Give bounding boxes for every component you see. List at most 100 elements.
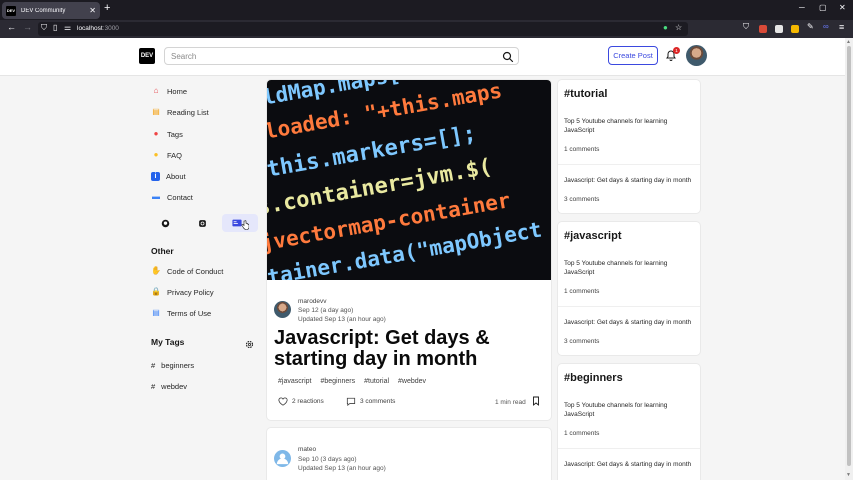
url-bar[interactable]: ⛉ ▯ ⚌ localhost:3000 ● ☆ [38,22,688,36]
gear-icon[interactable] [245,340,254,349]
post-cover-image[interactable]: ldMap.maps[this. loaded: "+this.maps thi… [267,80,551,280]
author-name[interactable]: mateo [298,446,316,453]
author-avatar[interactable] [274,450,291,467]
create-post-button[interactable]: Create Post [608,46,658,65]
chat-icon: ▬ [152,192,160,201]
new-tab-icon[interactable]: + [104,3,110,14]
post-date: Sep 10 (3 days ago) [298,456,357,463]
sidebar-item-faq[interactable]: ● FAQ [151,148,182,162]
extension-icon[interactable]: ∞ [823,23,829,31]
divider [558,306,700,307]
github-icon [161,219,169,227]
post-updated: Updated Sep 13 (an hour ago) [298,465,386,472]
widget-post-title[interactable]: Top 5 Youtube channels for learning Java… [564,259,696,277]
page-scrollbar[interactable]: ▲ ▼ [845,38,853,480]
post-title[interactable]: Javascript: Get days & starting day in m… [274,328,549,370]
minimize-icon[interactable]: ─ [799,4,805,12]
menu-icon[interactable]: ≡ [839,23,844,32]
user-avatar[interactable] [686,45,707,66]
sidebar-item-code-of-conduct[interactable]: ✋ Code of Conduct [151,264,223,278]
widget-post-comments: 1 comments [564,146,600,153]
extension-badge-icon[interactable]: ● [663,24,668,32]
reactions-button[interactable]: 2 reactions [278,397,324,406]
dev-logo[interactable]: DEV [139,48,155,64]
sidebar-item-about[interactable]: i About [151,169,186,183]
scroll-down-icon[interactable]: ▼ [846,472,851,478]
widget-heading[interactable]: #tutorial [564,88,607,100]
maximize-icon[interactable]: ▢ [819,4,827,12]
post-tag[interactable]: #javascript [278,378,311,385]
post-tag[interactable]: #tutorial [364,378,389,385]
lightbulb-icon: ● [153,150,159,159]
close-tab-icon[interactable]: ✕ [89,6,96,15]
extension-icon[interactable] [759,25,767,33]
document-icon: ▤ [152,308,160,317]
bookmark-star-icon[interactable]: ☆ [675,24,682,32]
widget-post-title[interactable]: Javascript: Get days & starting day in m… [564,176,696,185]
read-time: 1 min read [495,399,526,406]
sidebar-item-home[interactable]: ⌂ Home [151,84,187,98]
widget-heading[interactable]: #javascript [564,230,621,242]
widget-post-title[interactable]: Javascript: Get days & starting day in m… [564,460,696,469]
widget-post-title[interactable]: Top 5 Youtube channels for learning Java… [564,117,696,135]
divider [558,448,700,449]
comment-icon [346,397,356,406]
default-avatar-icon [276,453,289,465]
github-link[interactable] [147,214,183,232]
widget-post-comments: 3 comments [564,338,600,345]
search-box[interactable] [164,47,519,65]
browser-tab[interactable]: DEV DEV Community ✕ [2,2,100,19]
my-tags-heading: My Tags [151,337,185,347]
tab-title: DEV Community [21,7,66,14]
sidebar-tag-webdev[interactable]: # webdev [151,382,187,391]
site-header: DEV Create Post 1 [0,38,845,76]
tag-widget-beginners: #beginners Top 5 Youtube channels for le… [558,364,700,480]
scrollbar-thumb[interactable] [847,46,851,466]
extension-icon[interactable] [791,25,799,33]
heart-icon [278,397,288,406]
eyedropper-icon[interactable]: ✎ [807,23,814,31]
pocket-icon[interactable]: ⛉ [743,23,749,31]
post-card[interactable]: mateo Sep 10 (3 days ago) Updated Sep 13… [267,428,551,480]
comments-button[interactable]: 3 comments [346,397,395,406]
tag-widget-javascript: #javascript Top 5 Youtube channels for l… [558,222,700,355]
sidebar-item-tags[interactable]: ● Tags [151,127,183,141]
forward-icon[interactable]: → [23,23,32,32]
sidebar-item-reading-list[interactable]: ▤ Reading List [151,105,208,119]
widget-post-comments: 3 comments [564,196,600,203]
shield-icon[interactable]: ⛉ [41,24,47,32]
search-input[interactable] [171,50,491,63]
bookmark-icon[interactable] [532,396,540,406]
search-icon[interactable] [502,51,514,63]
post-card[interactable]: ldMap.maps[this. loaded: "+this.maps thi… [267,80,551,420]
scroll-up-icon[interactable]: ▲ [846,39,851,45]
url-text[interactable]: localhost:3000 [77,25,119,32]
thumbs-up-icon: ✋ [151,266,161,275]
back-icon[interactable]: ← [7,23,16,32]
browser-nav-bar: ← → ⛉ ▯ ⚌ localhost:3000 ● ☆ ⛉ ✎ ∞ ≡ [0,20,853,38]
sidebar-item-privacy-policy[interactable]: 🔒 Privacy Policy [151,285,214,299]
close-window-icon[interactable]: ✕ [839,4,846,12]
tag-widget-tutorial: #tutorial Top 5 Youtube channels for lea… [558,80,700,213]
author-avatar[interactable] [274,301,291,318]
post-tag[interactable]: #beginners [320,378,355,385]
linkedin-link[interactable] [222,214,258,232]
hand-cursor-icon [241,219,249,230]
sidebar-item-contact[interactable]: ▬ Contact [151,190,193,204]
post-updated: Updated Sep 13 (an hour ago) [298,316,386,323]
extension-icon[interactable] [775,25,783,33]
sidebar-tag-beginners[interactable]: # beginners [151,361,194,370]
other-heading: Other [151,246,174,256]
author-name[interactable]: marodevv [298,298,327,305]
permissions-icon[interactable]: ⚌ [64,24,71,32]
widget-heading[interactable]: #beginners [564,372,623,384]
notification-badge[interactable]: 1 [673,47,680,54]
post-date: Sep 12 (a day ago) [298,307,354,314]
instagram-link[interactable] [184,214,220,232]
post-tags: #javascript #beginners #tutorial #webdev [278,378,426,385]
widget-post-title[interactable]: Javascript: Get days & starting day in m… [564,318,696,327]
post-tag[interactable]: #webdev [398,378,426,385]
info-icon: i [151,171,160,181]
widget-post-title[interactable]: Top 5 Youtube channels for learning Java… [564,401,696,419]
sidebar-item-terms-of-use[interactable]: ▤ Terms of Use [151,306,211,320]
